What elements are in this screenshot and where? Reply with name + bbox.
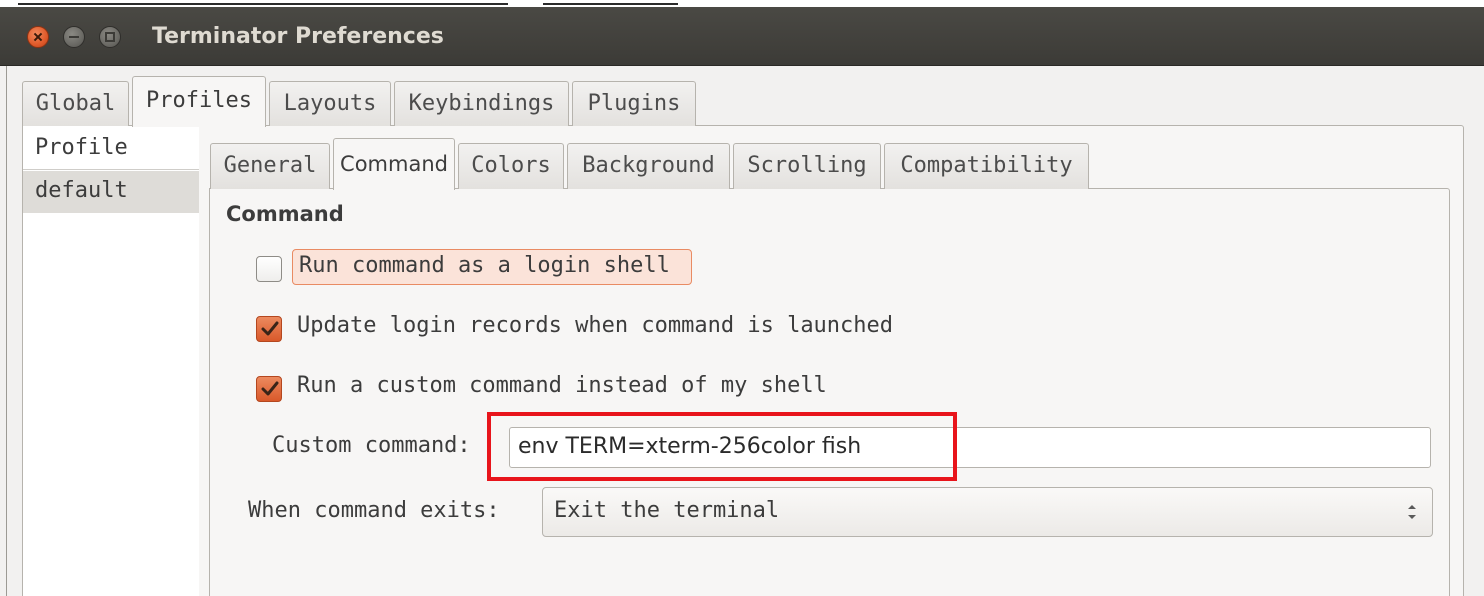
maximize-window-button[interactable]	[99, 26, 121, 48]
select-arrows-icon	[1408, 505, 1416, 519]
exit-action-value: Exit the terminal	[554, 498, 780, 523]
login-shell-label[interactable]: Run command as a login shell	[299, 251, 670, 281]
tab-profiles[interactable]: Profiles	[132, 76, 266, 127]
window-title: Terminator Preferences	[152, 24, 444, 49]
profile-list: Profile default	[23, 126, 199, 596]
command-section-title: Command	[226, 202, 344, 226]
tab-scrolling[interactable]: Scrolling	[733, 143, 881, 189]
custom-command-checkbox[interactable]	[256, 376, 282, 402]
minimize-window-button[interactable]	[63, 26, 85, 48]
tab-global[interactable]: Global	[22, 81, 129, 126]
tab-command[interactable]: Command	[333, 138, 455, 190]
checkmark-icon	[261, 381, 279, 396]
update-login-records-checkbox[interactable]	[256, 316, 282, 342]
window-edge	[6, 66, 7, 596]
tab-colors[interactable]: Colors	[458, 143, 564, 189]
window-titlebar: Terminator Preferences	[0, 7, 1484, 66]
checkmark-icon	[261, 321, 279, 336]
cropped-underline	[543, 3, 678, 5]
tab-keybindings[interactable]: Keybindings	[394, 81, 569, 126]
custom-command-label: Custom command:	[272, 433, 471, 458]
profile-list-item[interactable]: default	[23, 171, 199, 213]
tab-layouts[interactable]: Layouts	[269, 81, 391, 126]
tab-general[interactable]: General	[210, 143, 330, 189]
login-shell-checkbox[interactable]	[256, 256, 282, 282]
tab-compatibility[interactable]: Compatibility	[884, 143, 1089, 189]
custom-command-input[interactable]: env TERM=xterm-256color fish	[509, 427, 1431, 468]
update-login-records-label[interactable]: Update login records when command is lau…	[297, 311, 893, 341]
exit-action-select[interactable]: Exit the terminal	[542, 487, 1433, 537]
custom-command-option-label[interactable]: Run a custom command instead of my shell	[297, 371, 827, 401]
close-window-button[interactable]	[27, 26, 49, 48]
profile-list-header[interactable]: Profile	[23, 126, 199, 170]
cropped-underline	[18, 3, 508, 5]
cropped-top-strip	[0, 0, 1484, 7]
tab-background[interactable]: Background	[567, 143, 730, 189]
tab-plugins[interactable]: Plugins	[572, 81, 696, 126]
exit-action-label: When command exits:	[248, 498, 500, 523]
